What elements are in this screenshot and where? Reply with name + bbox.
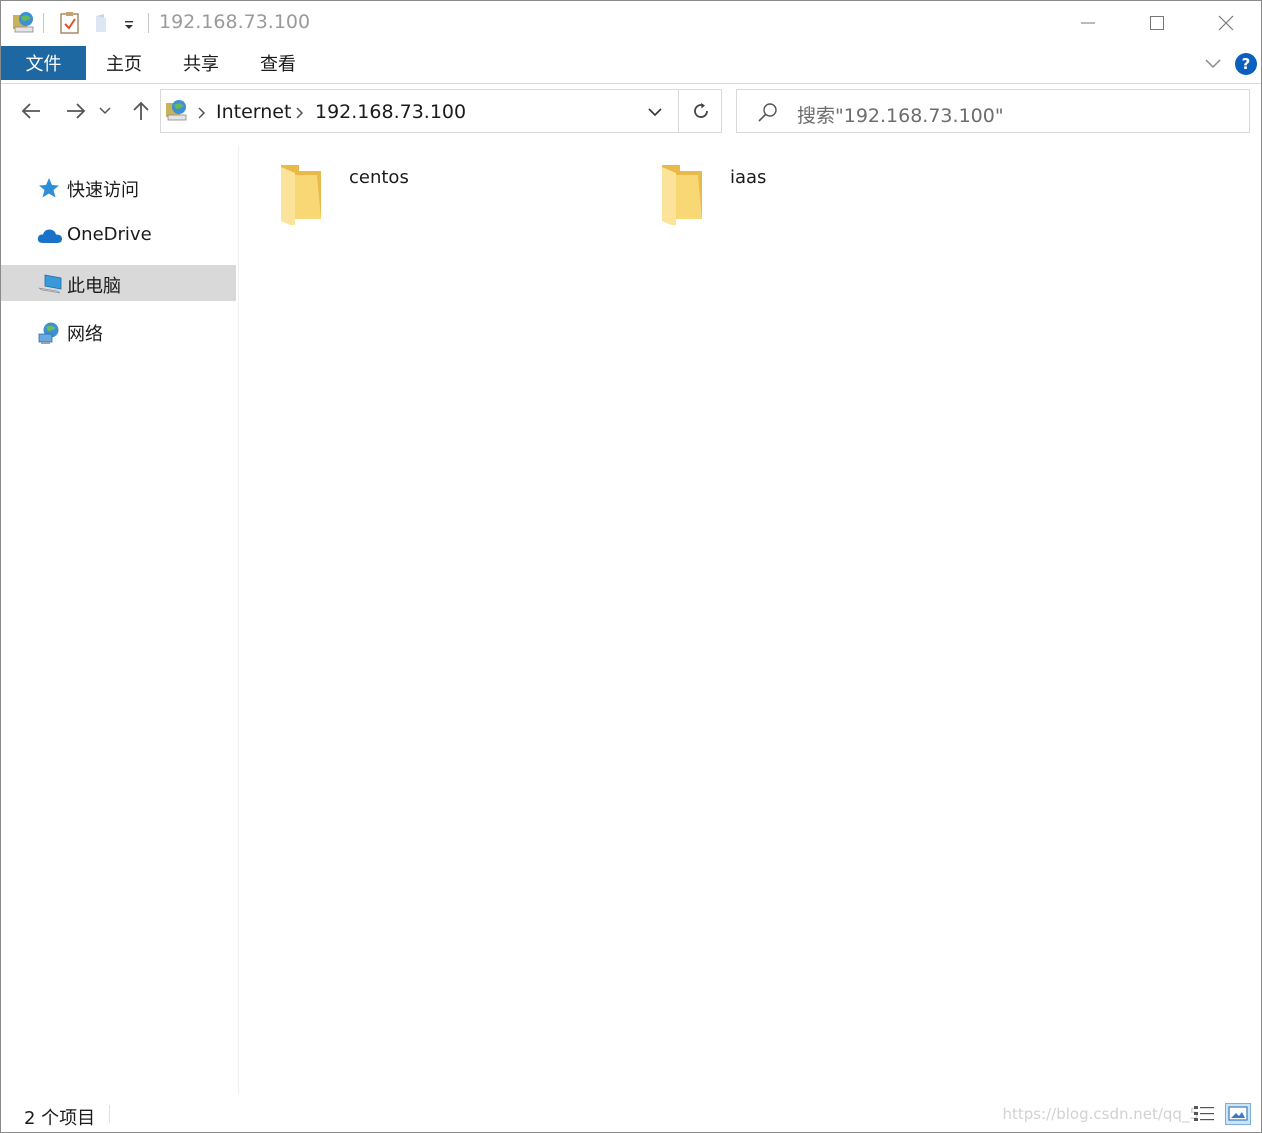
navigation-pane: 快速访问 OneDrive 此电脑 网络	[1, 145, 239, 1095]
watermark-text: https://blog.csdn.net/qq_5	[1002, 1105, 1199, 1123]
address-divider	[678, 90, 679, 132]
status-separator	[109, 1105, 110, 1123]
sidebar-item-label: 快速访问	[67, 180, 139, 201]
maximize-button[interactable]	[1122, 1, 1192, 45]
address-bar[interactable]: Internet 192.168.73.100	[160, 89, 722, 133]
new-folder-icon[interactable]	[93, 12, 111, 34]
forward-button[interactable]	[60, 95, 92, 127]
back-button[interactable]	[15, 95, 47, 127]
cloud-icon	[37, 225, 62, 247]
qat-separator	[43, 13, 44, 33]
close-icon	[1218, 15, 1234, 31]
file-explorer-window: 192.168.73.100 文件 主页 共享 查看 ? Internet 19…	[0, 0, 1262, 1133]
folder-icon	[279, 161, 325, 227]
star-icon	[37, 177, 61, 199]
chevron-right-icon[interactable]	[294, 105, 304, 119]
status-bar: 2 个项目 https://blog.csdn.net/qq_5	[1, 1095, 1261, 1132]
close-button[interactable]	[1191, 1, 1261, 45]
title-separator	[148, 13, 149, 33]
arrow-up-icon	[133, 101, 149, 120]
sidebar-item-network[interactable]: 网络	[1, 313, 236, 349]
folder-item-iaas[interactable]: iaas	[660, 157, 1020, 229]
tab-share[interactable]: 共享	[166, 46, 236, 80]
search-placeholder: 搜索"192.168.73.100"	[797, 105, 1004, 127]
sidebar-item-label: OneDrive	[67, 224, 152, 245]
sidebar-item-this-pc[interactable]: 此电脑	[1, 265, 236, 301]
customize-qat-icon[interactable]	[122, 17, 136, 31]
properties-icon[interactable]	[59, 11, 81, 35]
sidebar-item-label: 此电脑	[67, 276, 121, 297]
computer-icon	[37, 273, 62, 295]
expand-ribbon-icon[interactable]	[1203, 55, 1223, 71]
minimize-button[interactable]	[1053, 1, 1123, 45]
network-location-icon	[164, 97, 190, 123]
breadcrumb-internet[interactable]: Internet	[216, 101, 291, 123]
minimize-icon	[1081, 22, 1095, 24]
arrow-right-icon	[67, 103, 86, 119]
title-bar: 192.168.73.100	[1, 1, 1261, 46]
refresh-icon[interactable]	[691, 101, 711, 121]
tab-view[interactable]: 查看	[243, 46, 313, 80]
ribbon-tabs: 文件 主页 共享 查看 ?	[1, 46, 1261, 84]
folder-name: iaas	[730, 167, 767, 188]
up-button[interactable]	[125, 95, 157, 127]
arrow-left-icon	[21, 103, 40, 119]
network-location-icon[interactable]	[11, 9, 37, 35]
chevron-down-icon	[99, 107, 111, 115]
navigation-bar: Internet 192.168.73.100 搜索"192.168.73.10…	[1, 84, 1261, 144]
folder-name: centos	[349, 167, 409, 188]
sidebar-item-onedrive[interactable]: OneDrive	[1, 217, 236, 253]
folder-icon	[660, 161, 706, 227]
sidebar-item-label: 网络	[67, 324, 103, 345]
thumbnails-view-icon	[1228, 1106, 1248, 1121]
item-count: 2 个项目	[24, 1108, 96, 1129]
search-icon	[757, 102, 779, 124]
tab-home[interactable]: 主页	[89, 46, 159, 80]
help-icon[interactable]: ?	[1235, 53, 1257, 75]
maximize-icon	[1150, 16, 1164, 30]
sidebar-item-quick-access[interactable]: 快速访问	[1, 169, 236, 205]
chevron-right-icon[interactable]	[196, 105, 206, 119]
search-input[interactable]: 搜索"192.168.73.100"	[736, 89, 1250, 133]
breadcrumb-host[interactable]: 192.168.73.100	[315, 101, 466, 123]
large-icons-view-button[interactable]	[1225, 1103, 1251, 1125]
tab-file[interactable]: 文件	[1, 46, 86, 80]
recent-locations-button[interactable]	[95, 95, 115, 127]
window-title: 192.168.73.100	[159, 11, 311, 33]
address-history-chevron-icon[interactable]	[647, 104, 663, 118]
network-icon	[37, 321, 61, 344]
details-view-icon[interactable]	[1193, 1104, 1215, 1124]
folder-item-centos[interactable]: centos	[279, 157, 639, 229]
file-list: centos iaas	[239, 145, 1261, 1095]
